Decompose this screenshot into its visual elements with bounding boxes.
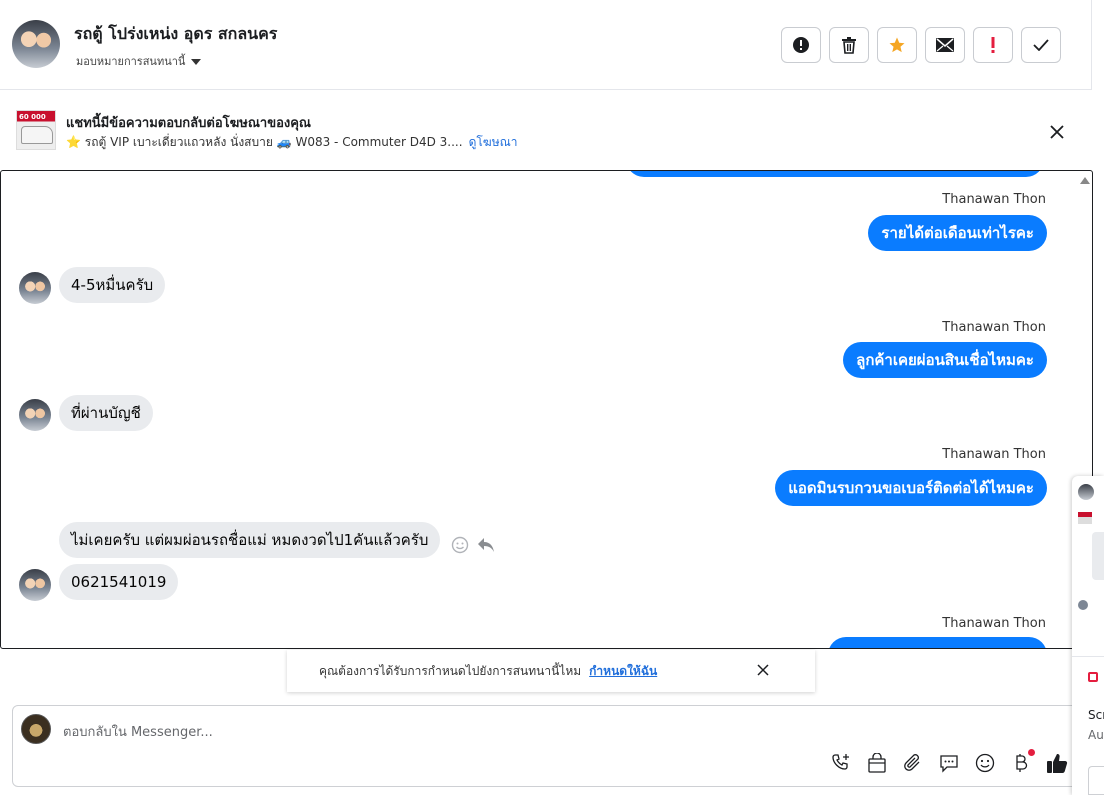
conversation-header: รถตู้ โปร่งเหน่ง อุดร สกลนคร มอบหมายการส… xyxy=(0,0,1092,90)
view-ad-link[interactable]: ดูโฆษณา xyxy=(469,135,518,149)
ad-thumb-price: 60 000 xyxy=(19,113,46,121)
call-add-icon[interactable] xyxy=(830,752,852,774)
close-banner-icon[interactable] xyxy=(1046,121,1068,143)
contact-name[interactable]: รถตู้ โปร่งเหน่ง อุดร สกลนคร xyxy=(74,22,277,47)
sender-name: Thanawan Thon xyxy=(942,447,1046,462)
saved-replies-icon[interactable] xyxy=(938,752,960,774)
panel-subtext: Au xyxy=(1088,728,1104,742)
sender-name: Thanawan Thon xyxy=(942,192,1046,207)
contact-avatar-small[interactable] xyxy=(19,272,51,304)
side-preview-panel[interactable]: Scr Au xyxy=(1072,476,1104,795)
sender-name: Thanawan Thon xyxy=(942,320,1046,335)
incoming-message[interactable]: 4-5หมื่นครับ xyxy=(59,267,166,303)
star-button[interactable] xyxy=(877,27,917,63)
app-icon xyxy=(1088,672,1098,682)
exclamation-circle-icon xyxy=(793,37,809,53)
ad-banner-title: แชทนี้มีข้อความตอบกลับต่อโฆษณาของคุณ xyxy=(66,116,311,131)
panel-input[interactable] xyxy=(1088,766,1104,795)
follow-up-button[interactable] xyxy=(973,27,1013,63)
trash-icon xyxy=(842,37,856,54)
paperclip-icon[interactable] xyxy=(902,752,924,774)
notification-dot xyxy=(1028,749,1035,756)
contact-avatar-small[interactable] xyxy=(19,399,51,431)
ad-reply-banner: 60 000 แชทนี้มีข้อความตอบกลับต่อโฆษณาของ… xyxy=(0,90,1092,170)
ad-thumbnail-mini xyxy=(1078,512,1092,524)
contact-avatar-mini xyxy=(1078,484,1094,500)
message-composer[interactable]: ตอบกลับใน Messenger... xyxy=(12,705,1082,787)
assign-label: มอบหมายการสนทนานี้ xyxy=(76,55,186,68)
sender-name: Thanawan Thon xyxy=(942,616,1046,631)
panel-text: Scr xyxy=(1088,708,1104,722)
ad-thumbnail[interactable]: 60 000 xyxy=(16,110,56,150)
incoming-message[interactable]: ไม่เคยครับ แต่ผมผ่อนรถชื่อแม่ หมดงวดไป1ค… xyxy=(59,522,441,558)
star-icon xyxy=(889,37,905,53)
emoji-icon[interactable] xyxy=(974,752,996,774)
scroll-up-arrow-icon[interactable] xyxy=(1080,177,1090,184)
divider xyxy=(1072,656,1104,657)
envelope-icon xyxy=(936,38,954,52)
mark-unread-button[interactable] xyxy=(925,27,965,63)
close-reminder-icon[interactable] xyxy=(755,662,771,678)
message-preview xyxy=(1092,532,1104,580)
composer-placeholder[interactable]: ตอบกลับใน Messenger... xyxy=(63,721,213,742)
contact-avatar[interactable] xyxy=(12,20,60,68)
like-thumbs-up-icon[interactable] xyxy=(1046,752,1068,774)
assign-conversation-dropdown[interactable]: มอบหมายการสนทนานี้ xyxy=(76,52,202,70)
ad-description: ⭐ รถตู้ VIP เบาะเดี่ยวแถวหลัง นั่งสบาย 🚙… xyxy=(66,135,463,149)
check-icon xyxy=(1033,39,1049,51)
ad-banner-subtitle: ⭐ รถตู้ VIP เบาะเดี่ยวแถวหลัง นั่งสบาย 🚙… xyxy=(66,133,518,152)
contact-avatar-mini xyxy=(1078,600,1088,610)
shopping-bag-icon[interactable] xyxy=(866,752,888,774)
contact-avatar-small[interactable] xyxy=(19,569,51,601)
outgoing-bubble-partial xyxy=(626,171,1044,177)
van-image xyxy=(21,126,53,144)
incoming-message[interactable]: 0621541019 xyxy=(59,564,179,600)
outgoing-message[interactable]: ลูกค้าเคยผ่อนสินเชื่อไหมคะ xyxy=(843,342,1047,378)
outgoing-message[interactable]: รายได้ต่อเดือนเท่าไรคะ xyxy=(868,215,1047,251)
incoming-message[interactable]: ที่ผ่านบัญชี xyxy=(59,395,153,431)
report-spam-button[interactable] xyxy=(781,27,821,63)
caret-down-icon xyxy=(191,58,202,65)
outgoing-message[interactable]: แอดมินรบกวนขอเบอร์ติดต่อได้ไหมคะ xyxy=(775,470,1047,506)
inbox-conversation-view: รถตู้ โปร่งเหน่ง อุดร สกลนคร มอบหมายการส… xyxy=(0,0,1104,795)
mark-done-button[interactable] xyxy=(1021,27,1061,63)
react-emoji-icon[interactable] xyxy=(451,536,469,554)
delete-button[interactable] xyxy=(829,27,869,63)
message-thread[interactable]: Thanawan Thon รายได้ต่อเดือนเท่าไรคะ 4-5… xyxy=(0,170,1093,649)
assign-reminder: คุณต้องการได้รับการกำหนดไปยังการสนทนานี้… xyxy=(287,650,815,692)
outgoing-bubble-partial xyxy=(828,637,1047,648)
assign-to-me-link[interactable]: กำหนดให้ฉัน xyxy=(589,662,657,681)
message-actions xyxy=(451,536,495,554)
assign-reminder-text: คุณต้องการได้รับการกำหนดไปยังการสนทนานี้… xyxy=(319,663,582,678)
reply-arrow-icon[interactable] xyxy=(477,537,495,553)
page-avatar xyxy=(21,714,51,744)
exclamation-icon xyxy=(991,37,995,53)
